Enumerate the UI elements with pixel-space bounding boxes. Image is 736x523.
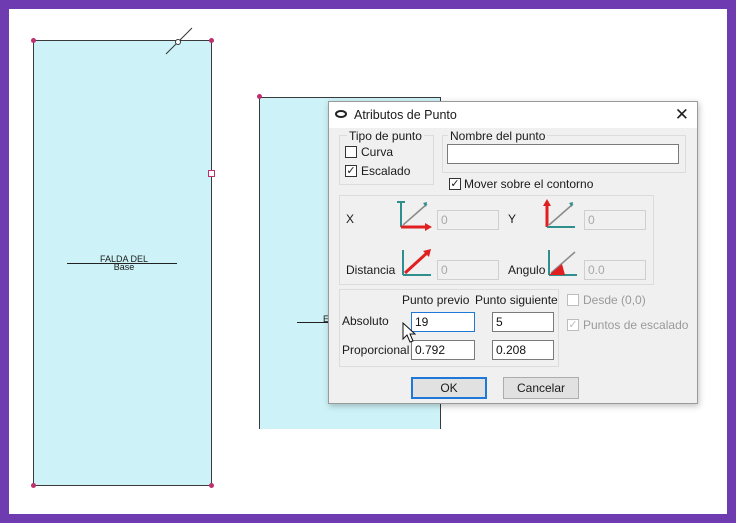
- angle-input[interactable]: [584, 260, 646, 280]
- ok-button[interactable]: OK: [411, 377, 487, 399]
- angle-label: Angulo: [508, 263, 546, 277]
- point-name-input[interactable]: [447, 144, 679, 164]
- from-origin-checkbox[interactable]: [567, 294, 579, 306]
- piece-point[interactable]: [209, 38, 214, 43]
- y-axis-icon: [543, 199, 575, 228]
- absolute-previous-input[interactable]: [411, 312, 475, 332]
- curva-checkbox[interactable]: [345, 146, 357, 158]
- next-point-header: Punto siguiente: [475, 293, 558, 307]
- piece-label-line2: Base: [113, 262, 135, 272]
- piece-point[interactable]: [257, 94, 262, 99]
- grading-points-checkbox[interactable]: ✓: [567, 319, 579, 331]
- point-attributes-dialog: Atributos de Punto ✕ Tipo de punto Curva…: [328, 101, 698, 404]
- move-on-contour-label: Mover sobre el contorno: [464, 177, 594, 191]
- cancel-button[interactable]: Cancelar: [503, 377, 579, 399]
- angle-icon: [548, 250, 577, 276]
- dialog-titlebar[interactable]: Atributos de Punto ✕: [329, 102, 697, 128]
- x-input[interactable]: [437, 210, 499, 230]
- y-label: Y: [508, 212, 517, 226]
- grading-handle-icon: [165, 27, 193, 55]
- point-type-label: Tipo de punto: [347, 129, 424, 143]
- point-name-label: Nombre del punto: [448, 129, 548, 143]
- piece-point[interactable]: [31, 38, 36, 43]
- proportional-label: Proporcional: [342, 343, 410, 357]
- mouse-cursor-icon: [402, 322, 417, 343]
- distance-label: Distancia: [346, 263, 396, 277]
- piece-label: FALDA DEL Base: [89, 255, 159, 272]
- previous-point-header: Punto previo: [402, 293, 470, 307]
- absolute-label: Absoluto: [342, 314, 389, 328]
- move-on-contour-checkbox[interactable]: ✓: [449, 178, 461, 190]
- piece-point[interactable]: [31, 483, 36, 488]
- x-label: X: [346, 212, 355, 226]
- app-icon: [335, 110, 347, 118]
- distance-icon: [402, 249, 431, 276]
- close-icon[interactable]: ✕: [675, 105, 689, 125]
- dialog-title: Atributos de Punto: [354, 108, 457, 122]
- x-axis-icon: [397, 201, 432, 231]
- from-origin-label: Desde (0,0): [583, 293, 646, 307]
- curva-label: Curva: [361, 145, 394, 159]
- escalado-checkbox[interactable]: ✓: [345, 165, 357, 177]
- absolute-next-input[interactable]: [492, 312, 554, 332]
- grading-points-label: Puntos de escalado: [583, 318, 689, 332]
- piece-point[interactable]: [209, 483, 214, 488]
- y-input[interactable]: [584, 210, 646, 230]
- escalado-label: Escalado: [361, 164, 411, 178]
- proportional-previous-input[interactable]: [411, 340, 475, 360]
- notch-marker[interactable]: [208, 170, 215, 177]
- proportional-next-input[interactable]: [492, 340, 554, 360]
- distance-input[interactable]: [437, 260, 499, 280]
